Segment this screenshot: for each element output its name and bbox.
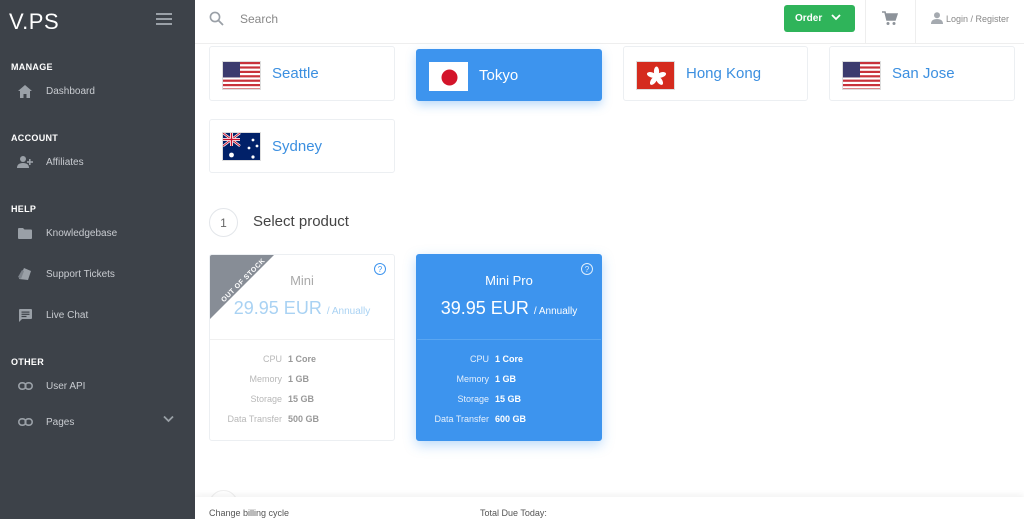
product-card-mini[interactable]: OUT OF STOCK Mini ? 29.95 EUR / Annually… bbox=[209, 254, 395, 441]
search-icon bbox=[209, 11, 224, 31]
divider bbox=[417, 339, 601, 340]
spec-row: Memory 1 GB bbox=[249, 374, 310, 384]
location-card-san-jose[interactable]: San Jose bbox=[829, 46, 1015, 101]
au-flag-icon bbox=[222, 132, 261, 161]
jp-flag-icon bbox=[429, 62, 468, 91]
sidebar-item-live-chat[interactable]: Live Chat bbox=[0, 303, 195, 327]
location-name: Hong Kong bbox=[686, 65, 762, 82]
sidebar-item-label: Affiliates bbox=[46, 156, 84, 168]
product-price: 39.95 EUR / Annually bbox=[417, 298, 601, 319]
spec-row: CPU 1 Core bbox=[469, 354, 524, 364]
chevron-down-icon[interactable] bbox=[163, 415, 174, 426]
user-icon bbox=[931, 12, 943, 26]
sidebar-item-label: Support Tickets bbox=[46, 268, 115, 280]
order-label: Order bbox=[795, 13, 823, 24]
product-card-mini-pro[interactable]: Mini Pro ? 39.95 EUR / Annually CPU 1 Cor… bbox=[416, 254, 602, 441]
price-period: / Annually bbox=[326, 306, 371, 317]
sidebar-item-support-tickets[interactable]: Support Tickets bbox=[0, 262, 195, 286]
login-register-link[interactable]: Login / Register bbox=[931, 12, 1009, 26]
login-label: Login / Register bbox=[946, 14, 1010, 24]
us-flag-icon bbox=[222, 61, 261, 90]
sidebar-item-label: Dashboard bbox=[46, 85, 95, 97]
sidebar: V.PS MANAGE Dashboard ACCOUNT Affiliates… bbox=[0, 0, 195, 519]
sidebar-item-label: Live Chat bbox=[46, 309, 89, 321]
cart-icon[interactable] bbox=[882, 11, 899, 31]
divider bbox=[210, 339, 394, 340]
section-help: HELP bbox=[11, 204, 37, 214]
section-account: ACCOUNT bbox=[11, 133, 59, 143]
tickets-icon bbox=[17, 266, 33, 282]
sidebar-item-label: User API bbox=[46, 380, 86, 392]
spec-row: Data Transfer 600 GB bbox=[434, 414, 527, 424]
location-card-hong-kong[interactable]: Hong Kong bbox=[623, 46, 808, 101]
spec-row: Storage 15 GB bbox=[250, 394, 315, 404]
location-name: San Jose bbox=[892, 65, 955, 82]
spec-row: CPU 1 Core bbox=[262, 354, 317, 364]
link-icon bbox=[17, 414, 33, 430]
chat-icon bbox=[17, 307, 33, 323]
section-other: OTHER bbox=[11, 357, 44, 367]
location-card-sydney[interactable]: Sydney bbox=[209, 119, 395, 173]
price-value: 29.95 EUR bbox=[233, 298, 322, 318]
sidebar-item-affiliates[interactable]: Affiliates bbox=[0, 150, 195, 174]
product-name: Mini Pro bbox=[485, 273, 533, 288]
step-title: Select product bbox=[253, 213, 349, 230]
product-price: 29.95 EUR / Annually bbox=[210, 298, 394, 319]
hk-flag-icon bbox=[636, 61, 675, 90]
help-icon[interactable]: ? bbox=[581, 263, 593, 275]
link-icon bbox=[17, 378, 33, 394]
divider bbox=[865, 0, 866, 44]
step-number: 1 bbox=[209, 208, 238, 237]
location-name: Tokyo bbox=[479, 66, 519, 84]
sidebar-item-dashboard[interactable]: Dashboard bbox=[0, 79, 195, 103]
location-name: Seattle bbox=[272, 65, 319, 82]
spec-row: Storage 15 GB bbox=[457, 394, 522, 404]
user-plus-icon bbox=[17, 154, 33, 170]
sidebar-item-label: Pages bbox=[46, 416, 75, 428]
sidebar-item-label: Knowledgebase bbox=[46, 227, 118, 239]
location-name: Sydney bbox=[272, 137, 323, 155]
change-billing-cycle-link[interactable]: Change billing cycle bbox=[209, 508, 289, 518]
menu-icon[interactable] bbox=[156, 13, 172, 25]
total-due-label: Total Due Today: bbox=[480, 508, 547, 518]
spec-row: Data Transfer 500 GB bbox=[227, 414, 320, 424]
price-value: 39.95 EUR bbox=[440, 298, 529, 318]
order-button[interactable]: Order bbox=[784, 5, 855, 32]
section-manage: MANAGE bbox=[11, 62, 53, 72]
topbar: Order Login / Register bbox=[195, 0, 1024, 44]
price-period: / Annually bbox=[533, 306, 578, 317]
chevron-down-icon bbox=[831, 13, 841, 24]
sidebar-item-pages[interactable]: Pages bbox=[0, 410, 195, 434]
order-summary-bar: Change billing cycle Total Due Today: bbox=[195, 497, 1024, 519]
divider bbox=[915, 0, 916, 44]
product-name: Mini bbox=[290, 273, 314, 288]
location-card-tokyo[interactable]: Tokyo bbox=[416, 49, 602, 101]
home-icon bbox=[17, 83, 33, 99]
search-input[interactable] bbox=[240, 10, 540, 28]
folder-icon bbox=[17, 225, 33, 241]
help-icon[interactable]: ? bbox=[374, 263, 386, 275]
logo[interactable]: V.PS bbox=[9, 9, 59, 35]
us-flag-icon bbox=[842, 61, 881, 90]
sidebar-item-knowledgebase[interactable]: Knowledgebase bbox=[0, 221, 195, 245]
sidebar-item-user-api[interactable]: User API bbox=[0, 374, 195, 398]
location-card-seattle[interactable]: Seattle bbox=[209, 46, 395, 101]
spec-row: Memory 1 GB bbox=[456, 374, 517, 384]
